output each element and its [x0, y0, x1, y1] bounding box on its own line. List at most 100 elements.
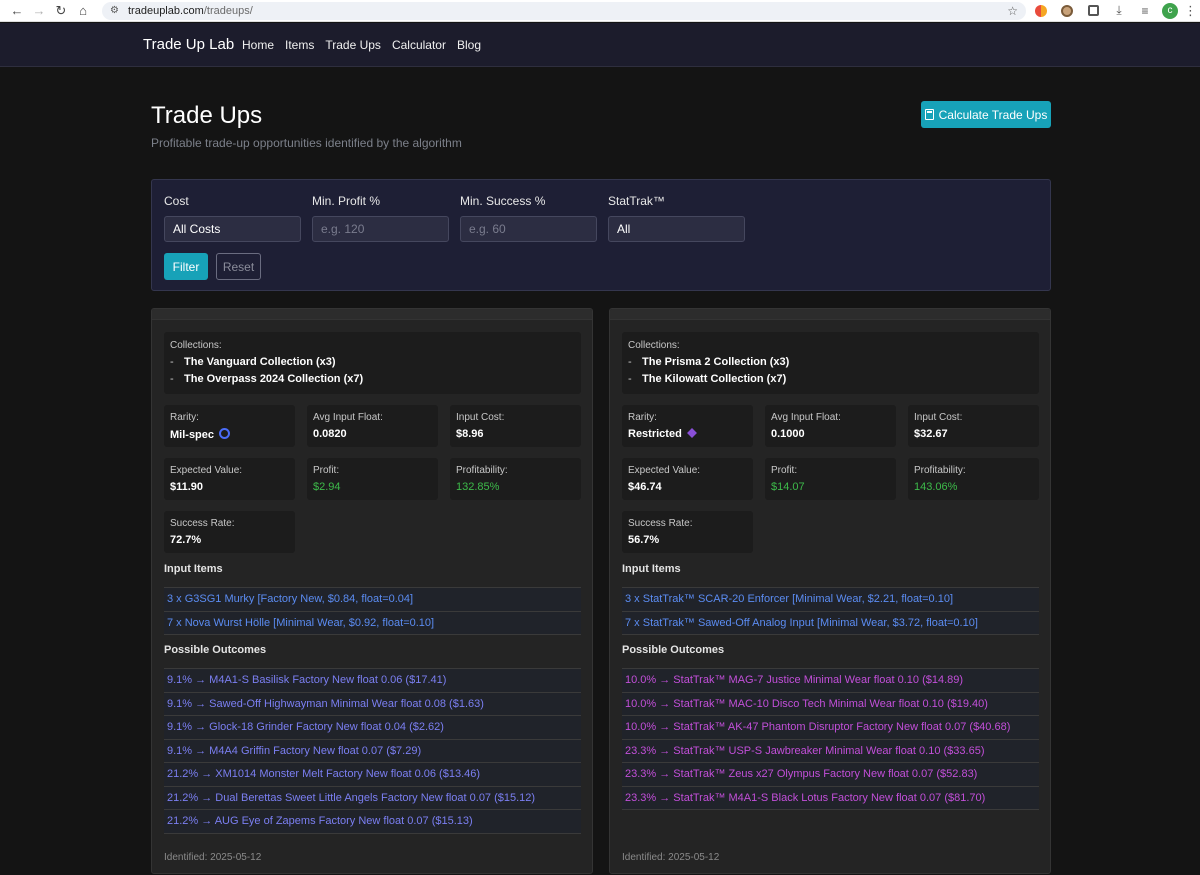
nav-link-items[interactable]: Items [285, 38, 314, 52]
input-item-row[interactable]: 3 x StatTrak™ SCAR-20 Enforcer [Minimal … [622, 588, 1039, 612]
nav-link-trade-ups[interactable]: Trade Ups [325, 38, 381, 52]
outcome-row[interactable]: 10.0% → StatTrak™ MAC-10 Disco Tech Mini… [622, 692, 1039, 716]
outcome-row[interactable]: 23.3% → StatTrak™ Zeus x27 Olympus Facto… [622, 763, 1039, 787]
site-brand[interactable]: Trade Up Lab [143, 36, 234, 53]
outcome-row[interactable]: 10.0% → StatTrak™ MAG-7 Justice Minimal … [622, 669, 1039, 693]
collection-name: The Kilowatt Collection (x7) [642, 373, 787, 385]
input-cost-value: $32.67 [914, 428, 948, 440]
collection-name: The Vanguard Collection (x3) [184, 356, 336, 368]
cost-select[interactable]: All Costs [164, 216, 301, 242]
avg-float-stat: Avg Input Float: 0.0820 [307, 405, 438, 447]
profit-value: $2.94 [313, 481, 341, 493]
input-items-heading: Input Items [622, 563, 681, 575]
address-bar[interactable]: ⚙ tradeuplab.com/tradeups/ ☆ [102, 1, 1026, 20]
input-cost-label: Input Cost: [914, 412, 963, 423]
expected-value-label: Expected Value: [170, 465, 243, 476]
card-header [610, 309, 1050, 320]
outcomes-list: 10.0% → StatTrak™ MAG-7 Justice Minimal … [622, 668, 1039, 810]
expected-value-value: $46.74 [628, 481, 662, 493]
profitability-label: Profitability: [456, 465, 508, 476]
rarity-text: Restricted [628, 428, 682, 440]
nav-link-home[interactable]: Home [242, 38, 274, 52]
profitability-value: 143.06% [914, 481, 958, 493]
page-subtitle: Profitable trade-up opportunities identi… [151, 136, 462, 150]
rarity-label: Rarity: [170, 412, 199, 423]
profit-label: Profit: [313, 465, 340, 476]
avg-float-value: 0.0820 [313, 428, 347, 440]
extension-icon-2[interactable] [1056, 0, 1078, 22]
outcomes-list: 9.1% → M4A1-S Basilisk Factory New float… [164, 668, 581, 834]
rarity-stat: Rarity: Mil-spec [164, 405, 295, 447]
success-rate-label: Success Rate: [170, 518, 235, 529]
bookmark-star-icon[interactable]: ☆ [1007, 4, 1018, 18]
reload-icon[interactable]: ↻ [50, 0, 72, 22]
collections-label: Collections: [628, 340, 680, 351]
success-rate-stat: Success Rate: 56.7% [622, 511, 753, 553]
forward-arrow-icon[interactable]: → [28, 0, 50, 22]
success-rate-label: Success Rate: [628, 518, 693, 529]
filter-panel: Cost All Costs Min. Profit % e.g. 120 Mi… [151, 179, 1051, 291]
restricted-rarity-icon [686, 428, 697, 438]
trade-up-card: Collections: - The Prisma 2 Collection (x… [609, 308, 1051, 874]
calculate-trade-ups-button[interactable]: Calculate Trade Ups [921, 101, 1051, 128]
collection-name: The Overpass 2024 Collection (x7) [184, 373, 364, 385]
cost-label: Cost [164, 194, 189, 208]
min-profit-filter-group: Min. Profit % e.g. 120 [312, 194, 449, 242]
page-title: Trade Ups [151, 102, 263, 129]
nav-link-blog[interactable]: Blog [457, 38, 481, 52]
profile-avatar[interactable]: c [1162, 2, 1178, 19]
outcome-row[interactable]: 21.2% → AUG Eye of Zapems Factory New fl… [164, 810, 581, 834]
nav-link-calculator[interactable]: Calculator [392, 38, 446, 52]
possible-outcomes-heading: Possible Outcomes [622, 644, 725, 656]
avg-float-stat: Avg Input Float: 0.1000 [765, 405, 896, 447]
collection-item: - The Overpass 2024 Collection (x7) [170, 373, 364, 385]
outcome-row[interactable]: 23.3% → StatTrak™ USP-S Jawbreaker Minim… [622, 739, 1039, 763]
possible-outcomes-heading: Possible Outcomes [164, 644, 267, 656]
reset-button[interactable]: Reset [216, 253, 261, 280]
media-queue-icon[interactable]: ≡ [1134, 0, 1156, 22]
site-settings-icon[interactable]: ⚙ [110, 5, 124, 16]
collections-box: Collections: - The Vanguard Collection (x… [164, 332, 581, 394]
input-cost-stat: Input Cost: $8.96 [450, 405, 581, 447]
filter-button[interactable]: Filter [164, 253, 208, 280]
extensions-puzzle-icon[interactable] [1082, 0, 1104, 22]
stattrak-select[interactable]: All [608, 216, 745, 242]
outcome-row[interactable]: 9.1% → Sawed-Off Highwayman Minimal Wear… [164, 692, 581, 716]
input-cost-value: $8.96 [456, 428, 484, 440]
expected-value-value: $11.90 [170, 481, 204, 493]
home-icon[interactable]: ⌂ [72, 0, 94, 22]
profitability-stat: Profitability: 132.85% [450, 458, 581, 500]
collection-item: - The Kilowatt Collection (x7) [628, 373, 787, 385]
profitability-value: 132.85% [456, 481, 500, 493]
outcome-row[interactable]: 10.0% → StatTrak™ AK-47 Phantom Disrupto… [622, 716, 1039, 740]
outcome-row[interactable]: 9.1% → Glock-18 Grinder Factory New floa… [164, 716, 581, 740]
url-domain: tradeuplab.com [128, 4, 204, 17]
min-profit-input[interactable]: e.g. 120 [312, 216, 449, 242]
input-item-row[interactable]: 3 x G3SG1 Murky [Factory New, $0.84, flo… [164, 588, 581, 612]
rarity-text: Mil-spec [170, 429, 215, 441]
profitability-stat: Profitability: 143.06% [908, 458, 1039, 500]
input-item-row[interactable]: 7 x Nova Wurst Hölle [Minimal Wear, $0.9… [164, 611, 581, 635]
identified-date: Identified: 2025-05-12 [164, 852, 262, 863]
input-items-heading: Input Items [164, 563, 223, 575]
input-cost-stat: Input Cost: $32.67 [908, 405, 1039, 447]
input-item-row[interactable]: 7 x StatTrak™ Sawed-Off Analog Input [Mi… [622, 611, 1039, 635]
collection-name: The Prisma 2 Collection (x3) [642, 356, 790, 368]
collections-label: Collections: [170, 340, 222, 351]
outcome-row[interactable]: 21.2% → XM1014 Monster Melt Factory New … [164, 763, 581, 787]
success-rate-value: 56.7% [628, 534, 660, 546]
collection-item: - The Prisma 2 Collection (x3) [628, 356, 790, 368]
browser-menu-icon[interactable]: ⋮ [1184, 3, 1197, 19]
min-success-input[interactable]: e.g. 60 [460, 216, 597, 242]
success-rate-value: 72.7% [170, 534, 202, 546]
collection-item: - The Vanguard Collection (x3) [170, 356, 336, 368]
outcome-row[interactable]: 9.1% → M4A1-S Basilisk Factory New float… [164, 669, 581, 693]
extension-icon-1[interactable] [1030, 0, 1052, 22]
download-icon[interactable]: ⤓ [1108, 0, 1130, 22]
back-arrow-icon[interactable]: ← [6, 0, 28, 22]
outcome-row[interactable]: 23.3% → StatTrak™ M4A1-S Black Lotus Fac… [622, 786, 1039, 810]
outcome-row[interactable]: 21.2% → Dual Berettas Sweet Little Angel… [164, 786, 581, 810]
outcome-row[interactable]: 9.1% → M4A4 Griffin Factory New float 0.… [164, 739, 581, 763]
card-header [152, 309, 592, 320]
success-rate-stat: Success Rate: 72.7% [164, 511, 295, 553]
